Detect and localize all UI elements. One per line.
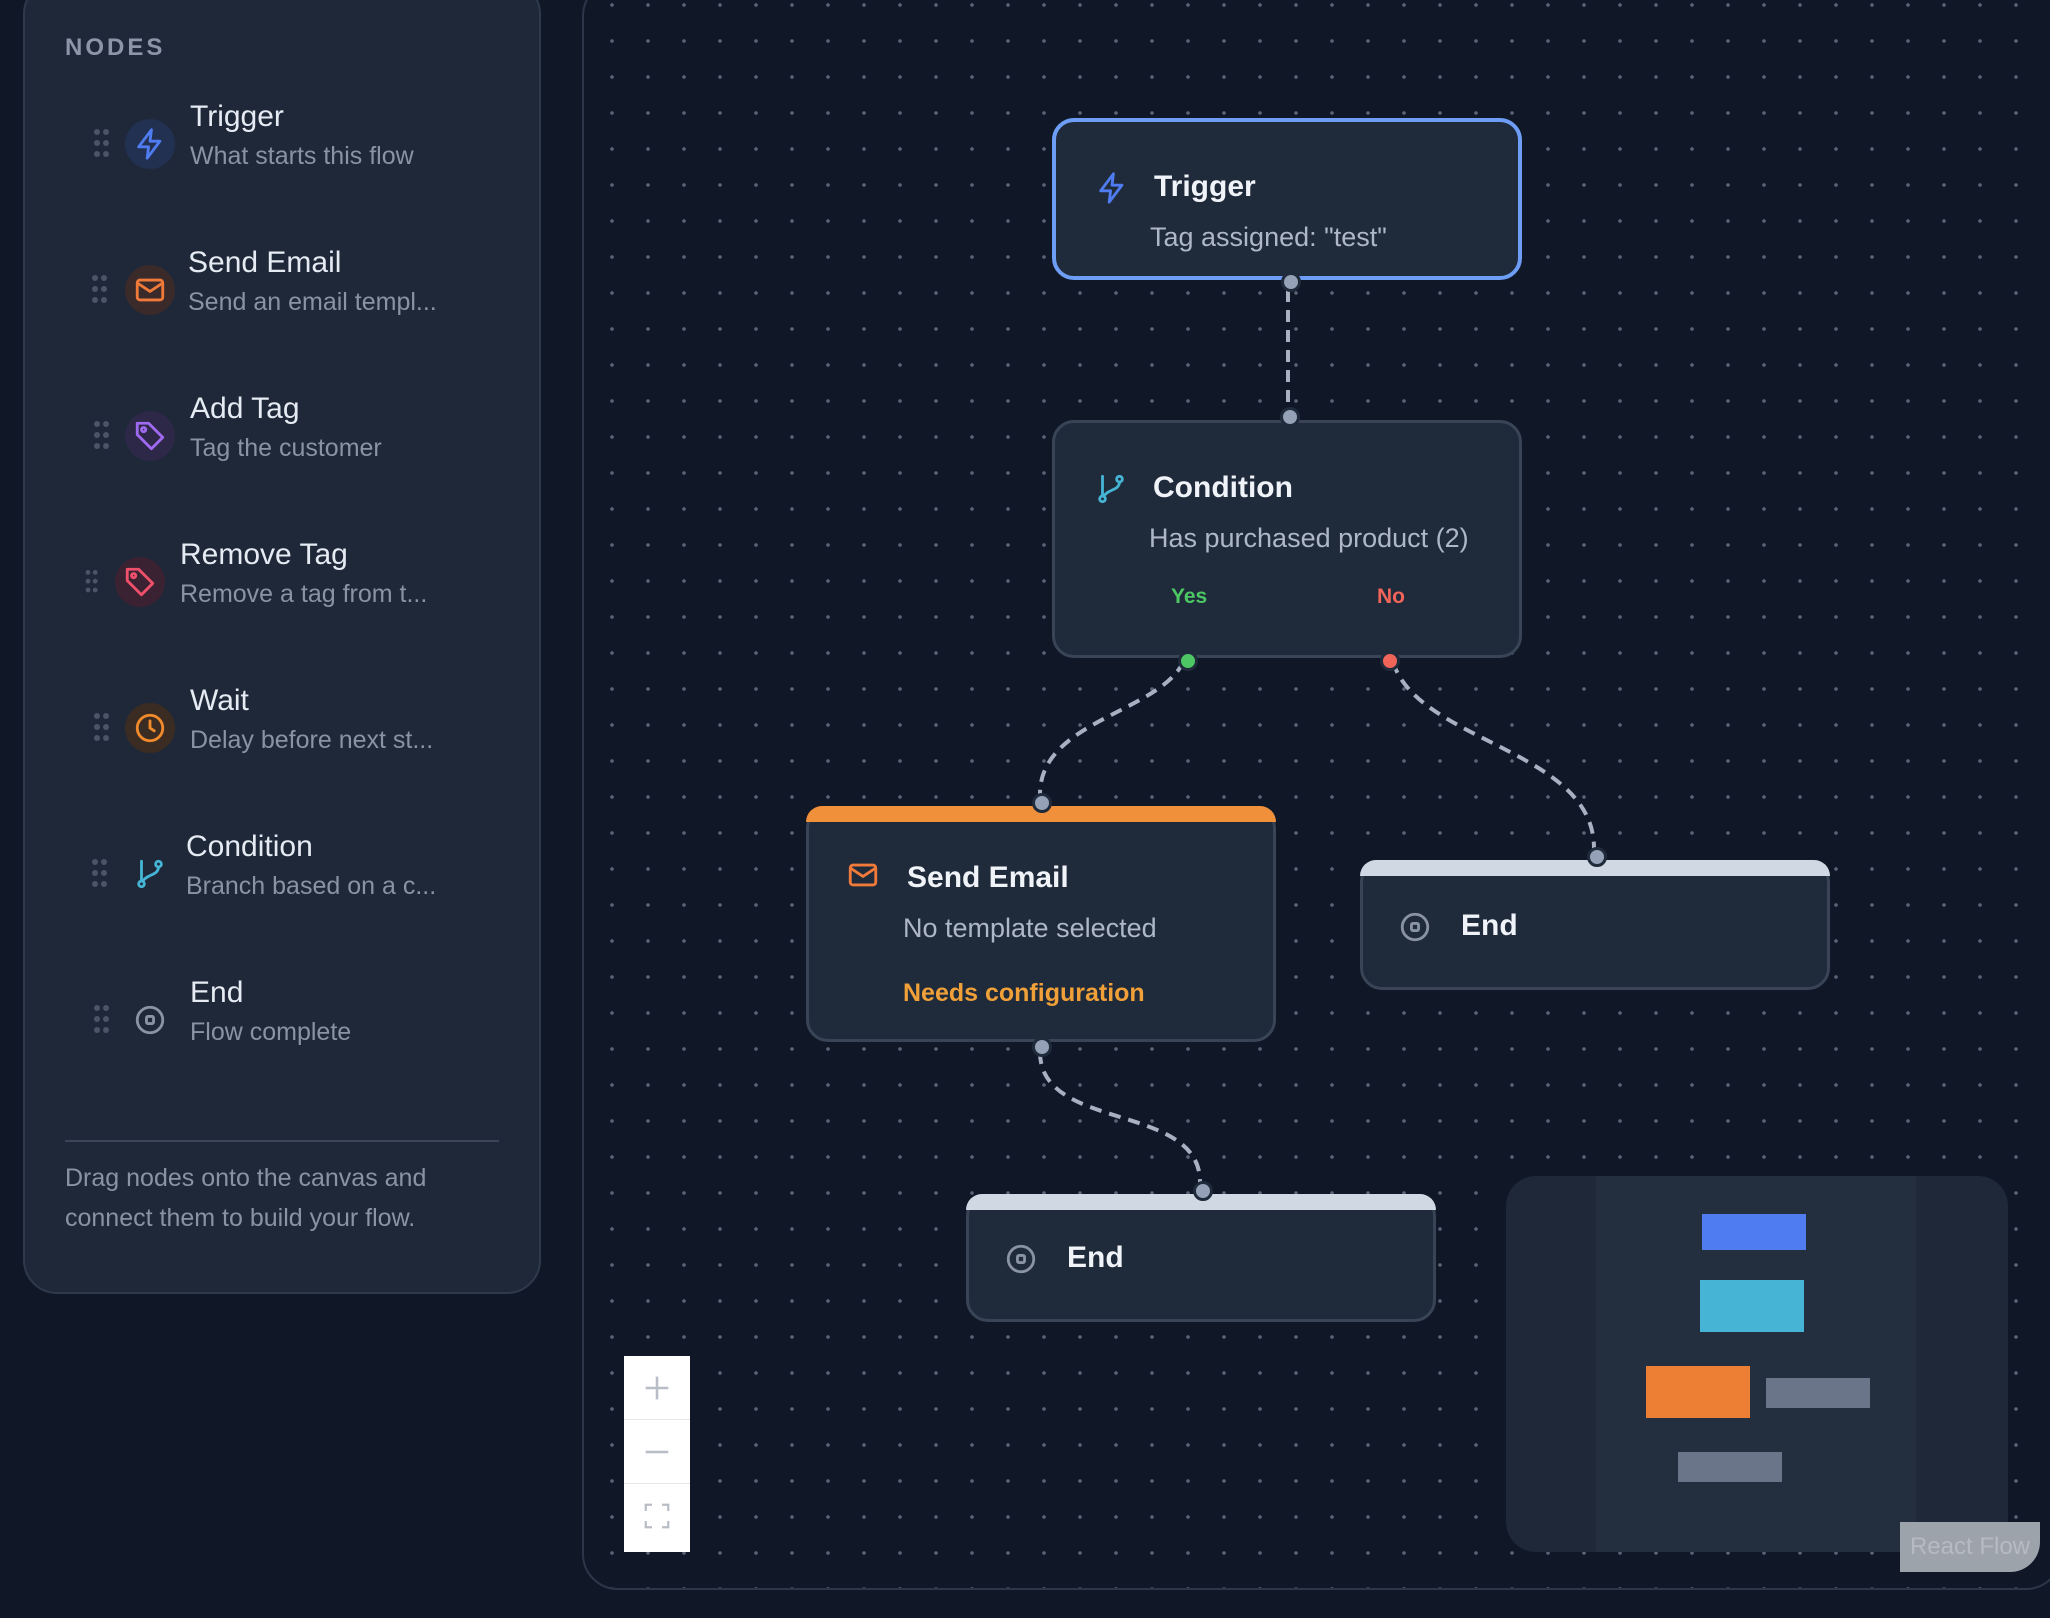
drag-handle-icon[interactable] [94,713,110,743]
mail-icon [125,265,175,315]
stop-circle-icon [1003,1241,1039,1277]
minimap-node-send-email [1646,1366,1750,1418]
node-title: Condition [1153,471,1293,504]
node-title: End [1067,1241,1124,1274]
lightning-icon [1094,170,1130,206]
palette-item-add-tag[interactable]: Add Tag Tag the customer [70,376,500,496]
palette-title: NODES [65,34,166,61]
palette-item-description: Tag the customer [190,434,382,462]
clock-icon [125,703,175,753]
palette-item-description: Branch based on a c... [186,872,437,900]
lightning-icon [125,119,175,169]
palette-item-remove-tag[interactable]: Remove Tag Remove a tag from t... [70,522,500,642]
palette-item-label: Trigger [190,100,284,133]
send-email-node[interactable]: Send Email No template selected Needs co… [806,793,1276,1057]
output-handle[interactable] [1032,1037,1052,1057]
yes-output-handle[interactable] [1178,651,1198,671]
output-handle[interactable] [1281,272,1301,292]
node-title: Send Email [907,861,1069,894]
node-title: End [1461,909,1518,942]
tag-icon [115,557,165,607]
edge-condition-no-end [1388,641,1596,849]
react-flow-attribution[interactable]: React Flow [1900,1522,2040,1572]
node-subtitle: Tag assigned: "test" [1150,222,1387,252]
yes-branch-label: Yes [1171,585,1208,608]
nodes-palette: NODES Trigger What starts this flow Send… [23,0,541,1294]
palette-item-label: Condition [186,830,313,863]
trigger-node[interactable]: Trigger Tag assigned: "test" [1052,118,1522,292]
minimap-node-trigger [1702,1214,1806,1250]
needs-configuration-warning: Needs configuration [903,979,1145,1007]
palette-item-trigger[interactable]: Trigger What starts this flow [70,84,500,204]
palette-hint: Drag nodes onto the canvas and connect t… [65,1164,427,1232]
palette-item-description: Send an email templ... [188,288,437,316]
palette-item-label: Add Tag [190,392,300,425]
palette-item-label: Remove Tag [180,538,348,571]
edge-send-email-end [1038,1051,1202,1183]
input-handle[interactable] [1587,847,1607,867]
input-handle[interactable] [1280,407,1300,427]
palette-divider [65,1140,499,1142]
minus-icon [645,1450,669,1453]
minimap-node-end [1766,1378,1870,1408]
drag-handle-icon[interactable] [94,1005,110,1035]
palette-item-end[interactable]: End Flow complete [70,960,500,1080]
zoom-out-button[interactable] [624,1420,690,1484]
tag-icon [125,411,175,461]
branch-icon [1093,471,1129,507]
stop-circle-icon [1397,909,1433,945]
node-subtitle: Has purchased product (2) [1149,523,1469,553]
end-node[interactable]: End [1360,847,1830,990]
plus-icon [645,1376,669,1399]
no-branch-label: No [1377,585,1405,608]
zoom-controls [624,1356,690,1552]
mail-icon [845,857,881,893]
drag-handle-icon[interactable] [92,275,108,305]
minimap-node-end [1678,1452,1782,1482]
minimap-node-condition [1700,1280,1804,1332]
palette-item-description: Remove a tag from t... [180,580,428,608]
input-handle[interactable] [1193,1181,1213,1201]
no-output-handle[interactable] [1380,651,1400,671]
node-subtitle: No template selected [903,913,1157,943]
palette-item-label: End [190,976,244,1009]
end-node[interactable]: End [966,1181,1436,1322]
drag-handle-icon[interactable] [92,859,108,889]
fit-view-icon [644,1503,670,1529]
palette-item-wait[interactable]: Wait Delay before next st... [70,668,500,788]
palette-item-description: Flow complete [190,1018,352,1046]
input-handle[interactable] [1032,793,1052,813]
stop-circle-icon [125,995,175,1045]
palette-item-description: Delay before next st... [190,726,434,754]
palette-item-condition[interactable]: Condition Branch based on a c... [70,814,500,934]
palette-item-label: Send Email [188,246,342,279]
branch-icon [125,849,175,899]
drag-handle-icon[interactable] [85,570,99,594]
zoom-in-button[interactable] [624,1356,690,1420]
fit-view-button[interactable] [624,1484,690,1548]
condition-node[interactable]: Condition Has purchased product (2) Yes … [1052,407,1522,671]
drag-handle-icon[interactable] [94,129,110,159]
node-title: Trigger [1154,170,1256,203]
drag-handle-icon[interactable] [94,421,110,451]
palette-item-description: What starts this flow [190,142,414,170]
palette-item-label: Wait [190,684,249,717]
palette-item-send-email[interactable]: Send Email Send an email templ... [70,230,500,350]
minimap[interactable] [1506,1176,2008,1552]
flow-canvas[interactable]: Trigger Tag assigned: "test" Condition H… [582,0,2050,1590]
edge-condition-yes-send-email [1038,641,1190,795]
